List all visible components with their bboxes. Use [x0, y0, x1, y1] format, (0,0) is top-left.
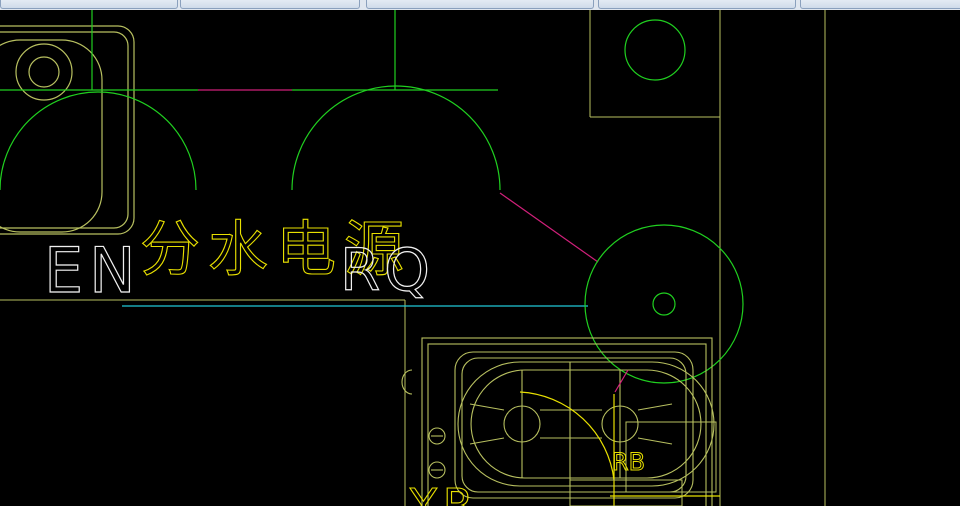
tab-2[interactable]	[180, 0, 360, 9]
magenta-short-line	[614, 369, 629, 393]
tab-5[interactable]	[800, 0, 960, 9]
document-tab-strip	[0, 0, 960, 10]
tab-1[interactable]	[0, 0, 178, 9]
tab-3[interactable]	[366, 0, 594, 9]
cad-drawing-canvas[interactable]: EN 分水电源 RQ RB YR	[0, 10, 960, 506]
label-yr-partial: YR	[409, 480, 479, 506]
diagonal-line	[499, 192, 599, 263]
label-rb: RB	[612, 448, 645, 476]
tab-4[interactable]	[598, 0, 796, 9]
label-en: EN	[44, 234, 142, 307]
wall-lines	[0, 10, 498, 91]
label-rq: RQ	[340, 236, 434, 304]
green-circle-symbol	[584, 224, 744, 384]
door-swing-arcs	[0, 19, 686, 191]
